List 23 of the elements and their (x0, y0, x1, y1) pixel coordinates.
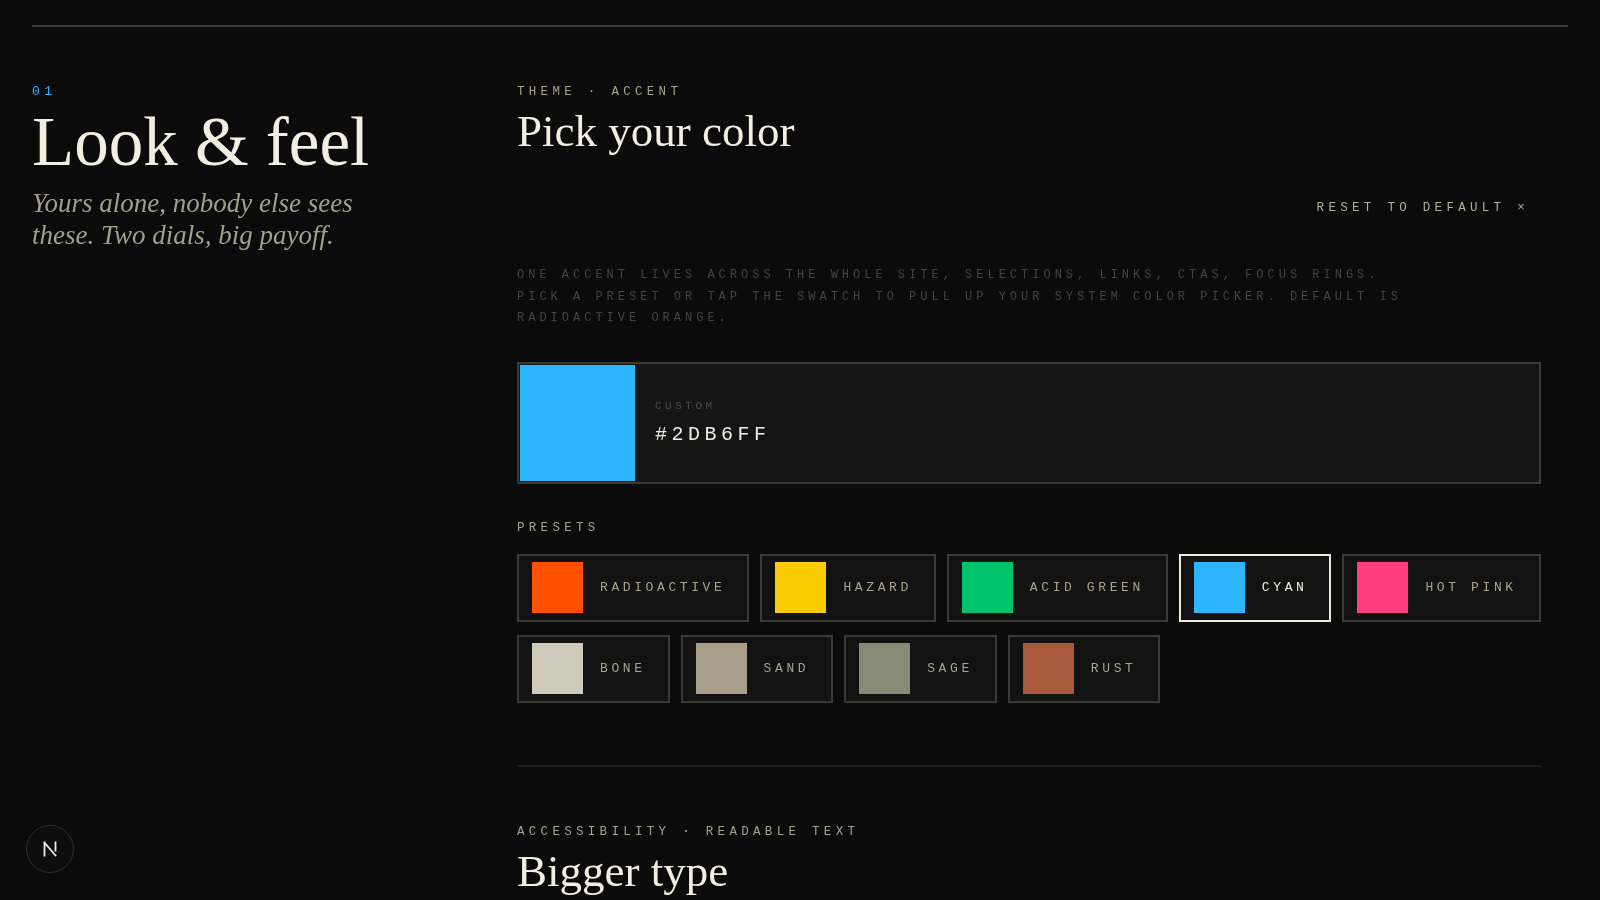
preset-button[interactable]: CYAN (1178, 553, 1332, 622)
preset-button[interactable]: SAGE (844, 634, 997, 703)
hex-value: #2DB6FF (655, 422, 771, 447)
preset-button[interactable]: HAZARD (760, 553, 936, 622)
presets-label: PRESETS (517, 519, 601, 536)
color-swatch-button[interactable] (520, 364, 635, 481)
section-eyebrow: THEME · ACCENT (517, 84, 684, 100)
section-heading: Bigger type (517, 844, 730, 897)
preset-button[interactable]: HOT PINK (1342, 553, 1541, 622)
section-heading: Pick your color (517, 105, 796, 157)
section-number: 01 (32, 84, 58, 100)
n-logo-icon (41, 840, 59, 858)
section-subtitle: Yours alone, nobody else sees these. Two dials, big payoff. (32, 187, 354, 251)
reset-to-default-button[interactable]: RESET TO DEFAULT × (1312, 195, 1533, 221)
description-text: ONE ACCENT LIVES ACROSS THE WHOLE SITE, SELECTIONS, LINKS, CTAS, FOCUS RINGS. PICK A PRESET OR TAP THE SWATCH TO PULL UP YOUR SYSTEM COLOR PICKER. DEFAULT IS RADIOACTIVE ORANGE. (517, 267, 1403, 327)
preset-button[interactable]: RUST (1007, 634, 1161, 703)
section-eyebrow: ACCESSIBILITY · READABLE TEXT (517, 823, 861, 840)
section-title: Look & feel (32, 105, 371, 179)
preset-button[interactable]: ACID GREEN (946, 553, 1168, 622)
preset-button[interactable]: SAND (680, 634, 834, 703)
preset-button[interactable]: RADIOACTIVE (517, 553, 750, 622)
dev-tools-button[interactable] (26, 825, 74, 873)
preset-button[interactable]: BONE (517, 634, 670, 703)
